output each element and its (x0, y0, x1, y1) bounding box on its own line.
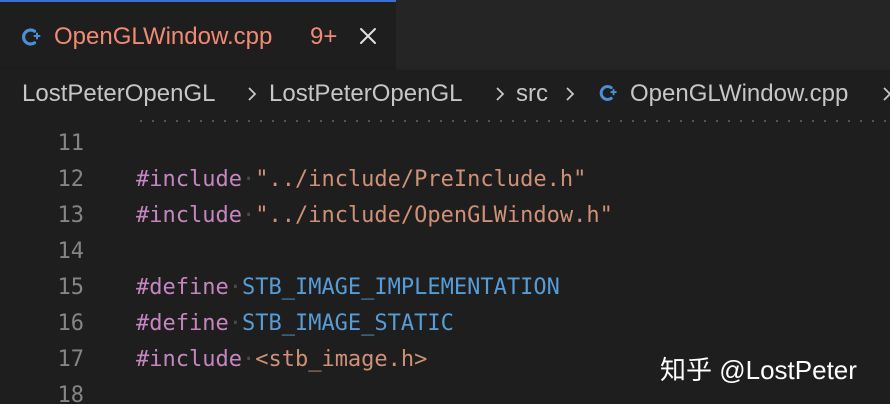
breadcrumb: LostPeterOpenGL LostPeterOpenGL src Open… (0, 70, 890, 118)
line-number: 15 (57, 275, 85, 300)
code-line[interactable]: 12 #include·"../include/PreInclude.h" (0, 162, 890, 198)
macro-name: STB_IMAGE_IMPLEMENTATION (241, 275, 560, 300)
breadcrumb-item-workspace[interactable]: LostPeterOpenGL (22, 80, 215, 108)
code-text: #include·"../include/OpenGLWindow.h" (136, 198, 613, 234)
include-path: "../include/OpenGLWindow.h" (255, 203, 613, 228)
line-number: 14 (57, 239, 85, 264)
tab-opengl-window-cpp[interactable]: OpenGLWindow.cpp 9+ (0, 0, 396, 70)
line-number: 16 (57, 311, 85, 336)
directive-keyword: #define (136, 311, 229, 336)
line-number: 17 (57, 347, 85, 372)
cpp-file-icon (599, 85, 617, 101)
chevron-right-icon (248, 87, 257, 101)
whitespace-marker: · (228, 275, 242, 300)
close-icon[interactable] (356, 24, 380, 48)
include-path: "../include/PreInclude.h" (255, 167, 587, 192)
tab-title: OpenGLWindow.cpp (54, 23, 273, 50)
whitespace-marker: · (241, 203, 256, 228)
problems-badge: 9+ (310, 23, 338, 50)
directive-keyword: #include (136, 167, 242, 192)
folded-region-marker (135, 120, 890, 122)
whitespace-marker: · (228, 311, 242, 336)
code-text: #define·STB_IMAGE_IMPLEMENTATION (136, 270, 560, 306)
code-text: #define·STB_IMAGE_STATIC (136, 306, 454, 342)
macro-name: STB_IMAGE_STATIC (241, 311, 454, 336)
breadcrumb-item-project[interactable]: LostPeterOpenGL (269, 80, 462, 108)
breadcrumb-item-file[interactable]: OpenGLWindow.cpp (630, 80, 848, 108)
line-number: 11 (57, 131, 85, 156)
cpp-file-icon (21, 28, 41, 46)
directive-keyword: #include (136, 347, 242, 372)
line-number: 12 (57, 167, 85, 192)
watermark: 知乎 @LostPeter (660, 355, 857, 385)
code-text: #include·<stb_image.h> (136, 342, 427, 378)
chevron-right-icon (883, 87, 890, 101)
code-line[interactable]: 16 #define·STB_IMAGE_STATIC (0, 306, 890, 342)
line-number: 13 (57, 203, 85, 228)
include-path: <stb_image.h> (255, 347, 428, 372)
directive-keyword: #define (136, 275, 229, 300)
line-number: 18 (57, 383, 85, 404)
code-line[interactable]: 11 (0, 126, 890, 162)
chevron-right-icon (566, 87, 575, 101)
code-line[interactable]: 13 #include·"../include/OpenGLWindow.h" (0, 198, 890, 234)
code-text: #include·"../include/PreInclude.h" (136, 162, 586, 198)
code-line[interactable]: 15 #define·STB_IMAGE_IMPLEMENTATION (0, 270, 890, 306)
whitespace-marker: · (241, 347, 256, 372)
tab-bar: OpenGLWindow.cpp 9+ (0, 0, 890, 70)
breadcrumb-item-src[interactable]: src (516, 80, 548, 108)
directive-keyword: #include (136, 203, 242, 228)
whitespace-marker: · (241, 167, 256, 192)
code-line[interactable]: 14 (0, 234, 890, 270)
editor-window: OpenGLWindow.cpp 9+ LostPeterOpenGL Lost… (0, 0, 890, 404)
chevron-right-icon (496, 87, 505, 101)
